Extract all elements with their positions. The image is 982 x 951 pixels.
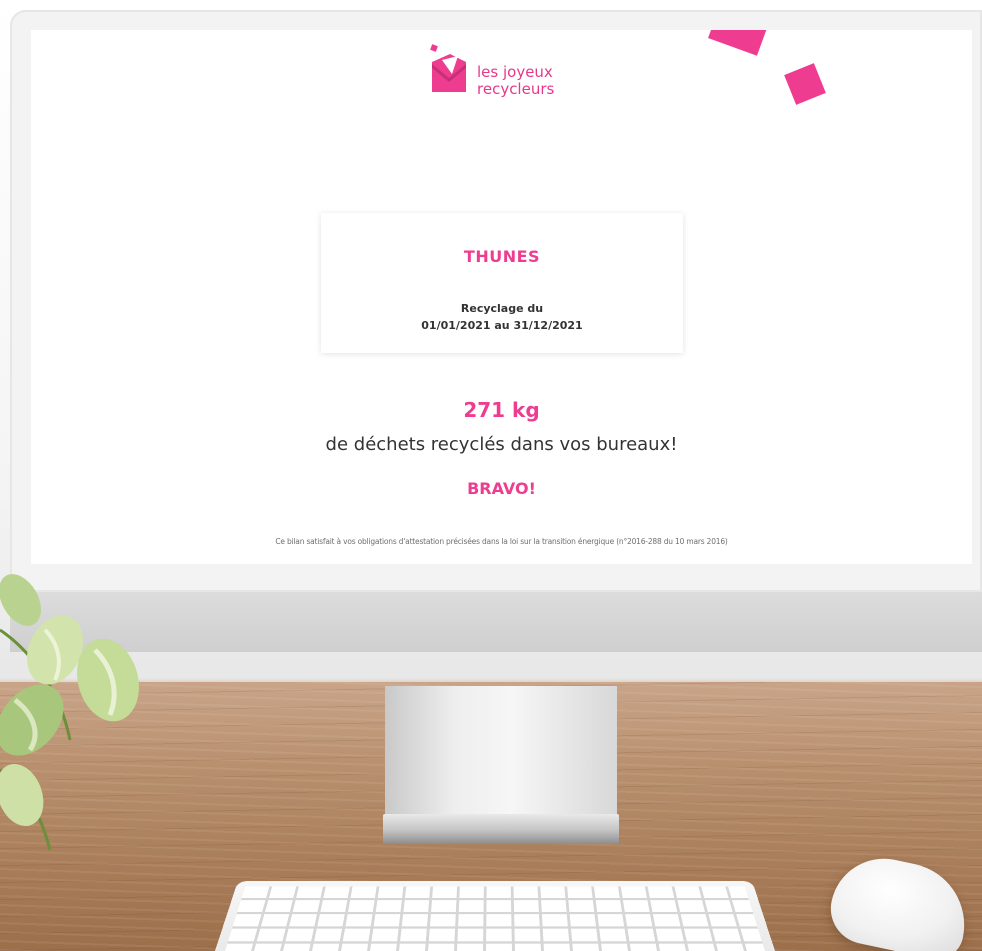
congrats-text: BRAVO!	[467, 479, 536, 498]
client-name: THUNES	[463, 247, 541, 266]
period-label: Recyclage du	[460, 302, 544, 315]
recycling-envelope-logo-icon	[430, 44, 466, 92]
pink-square-icon	[708, 30, 770, 56]
plant	[0, 574, 139, 851]
brand-name: les joyeux recycleurs	[477, 64, 554, 98]
recycled-description: de déchets recyclés dans vos bureaux!	[325, 434, 678, 455]
legal-footnote: Ce bilan satisfait à vos obligations d'a…	[275, 537, 728, 546]
monitor-stand-foot	[383, 814, 619, 844]
keyboard-rows	[225, 886, 765, 951]
screen: les joyeux recycleurs THUNES Recyclage d…	[31, 30, 972, 564]
period-dates: 01/01/2021 au 31/12/2021	[421, 319, 583, 332]
recycled-amount: 271 kg	[463, 398, 540, 422]
brand-name-line2: recycleurs	[477, 80, 555, 98]
keyboard	[215, 881, 775, 951]
client-card: THUNES Recyclage du 01/01/2021 au 31/12/…	[321, 213, 683, 353]
monitor-stand	[385, 686, 617, 816]
brand-name-line1: les joyeux	[477, 63, 553, 81]
pink-square-icon	[784, 63, 826, 105]
brand-logo: les joyeux recycleurs	[428, 42, 598, 112]
